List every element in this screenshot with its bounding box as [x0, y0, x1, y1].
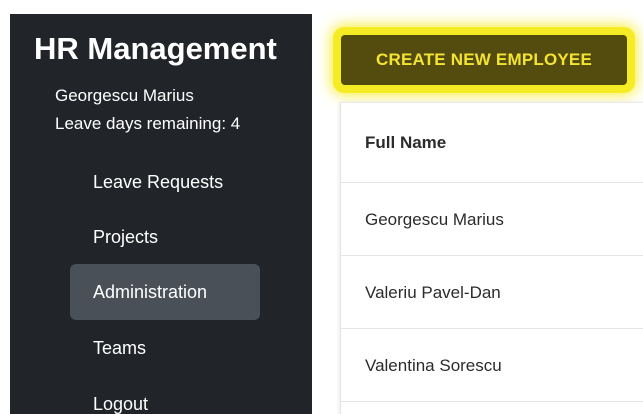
table-row[interactable]: Valentina Sorescu: [341, 329, 643, 402]
leave-days-remaining: Leave days remaining: 4: [55, 114, 241, 133]
sidebar-item-teams[interactable]: Teams: [70, 320, 260, 376]
sidebar-item-logout[interactable]: Logout: [70, 376, 260, 414]
table-row[interactable]: Georgescu Marius: [341, 183, 643, 256]
user-name: Georgescu Marius: [55, 86, 194, 105]
sidebar-item-projects[interactable]: Projects: [70, 209, 260, 265]
sidebar-item-administration[interactable]: Administration: [70, 264, 260, 320]
sidebar: HR Management Georgescu Marius Leave day…: [10, 14, 312, 414]
sidebar-item-leave-requests[interactable]: Leave Requests: [70, 154, 260, 210]
app-title: HR Management: [34, 31, 277, 66]
create-new-employee-button[interactable]: CREATE NEW EMPLOYEE: [341, 35, 627, 85]
column-header-full-name[interactable]: Full Name: [341, 103, 643, 183]
table-row[interactable]: Valeriu Pavel-Dan: [341, 256, 643, 329]
employees-table: Full Name Georgescu Marius Valeriu Pavel…: [340, 102, 643, 414]
page: HR Management Georgescu Marius Leave day…: [0, 0, 643, 414]
